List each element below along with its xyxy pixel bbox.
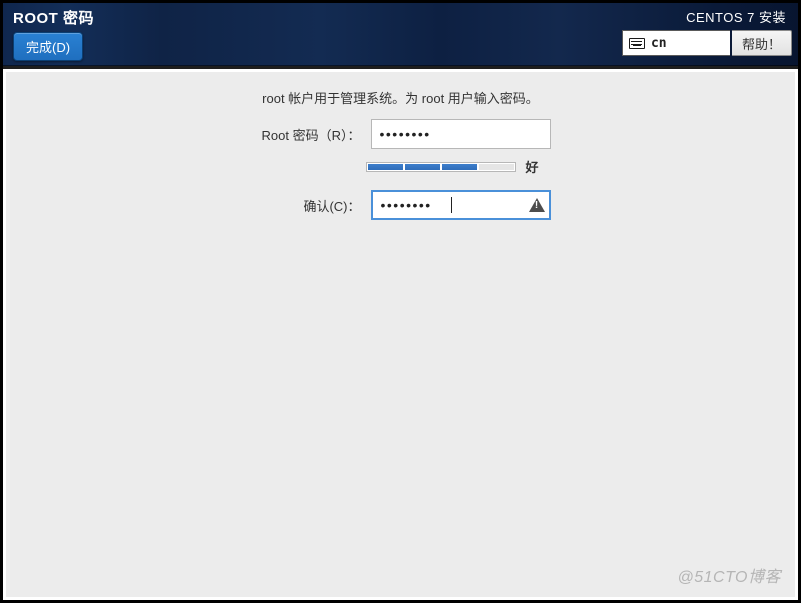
strength-row: 好: [126, 157, 795, 176]
keyboard-icon: [629, 38, 645, 49]
password-strength-meter: [366, 162, 516, 172]
keyboard-layout-selector[interactable]: cn: [622, 30, 730, 56]
keyboard-layout-label: cn: [651, 36, 667, 51]
strength-segment: [368, 164, 403, 170]
strength-segment: [442, 164, 477, 170]
header-controls: cn 帮助！: [622, 30, 792, 56]
password-input-wrap: [371, 119, 551, 149]
watermark: @51CTO博客: [677, 563, 781, 587]
strength-label: 好: [526, 157, 556, 176]
root-password-input[interactable]: [371, 119, 551, 149]
warning-icon: [529, 198, 545, 212]
password-label: Root 密码（R）：: [251, 125, 361, 144]
password-row: Root 密码（R）：: [6, 119, 795, 149]
confirm-row: 确认(C)：: [6, 190, 795, 220]
confirm-label: 确认(C)：: [251, 196, 361, 215]
confirm-password-input[interactable]: [371, 190, 551, 220]
text-cursor: [451, 197, 452, 213]
strength-segment: [479, 164, 514, 170]
help-button[interactable]: 帮助！: [732, 30, 792, 56]
header-left: ROOT 密码 完成(D): [7, 7, 100, 61]
installer-title: CENTOS 7 安装: [622, 5, 792, 30]
content: root 帐户用于管理系统。为 root 用户输入密码。 Root 密码（R）：…: [6, 72, 795, 220]
strength-segment: [405, 164, 440, 170]
done-button[interactable]: 完成(D): [13, 32, 83, 61]
description: root 帐户用于管理系统。为 root 用户输入密码。: [6, 88, 795, 119]
confirm-input-wrap: [371, 190, 551, 220]
page-title: ROOT 密码: [7, 7, 100, 32]
header-right: CENTOS 7 安装 cn 帮助！: [622, 5, 792, 56]
header-bar: ROOT 密码 完成(D) CENTOS 7 安装 cn 帮助！: [3, 3, 798, 69]
body-area: root 帐户用于管理系统。为 root 用户输入密码。 Root 密码（R）：…: [6, 72, 795, 597]
